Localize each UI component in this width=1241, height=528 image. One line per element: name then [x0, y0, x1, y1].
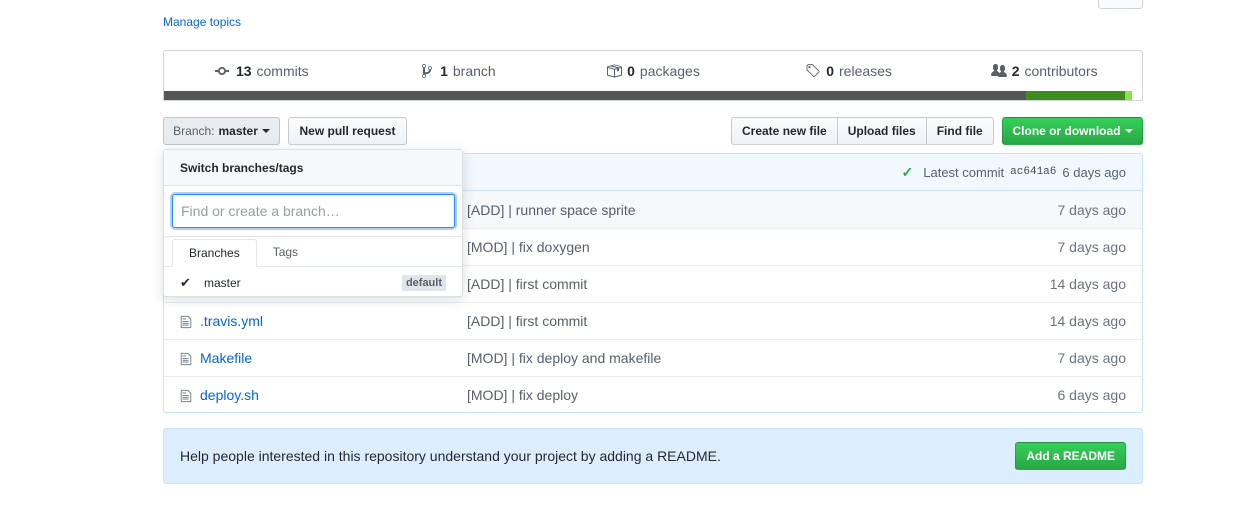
branches-label: branch — [452, 63, 496, 79]
dropdown-title: Switch branches/tags — [164, 150, 462, 186]
file-icon — [180, 389, 192, 403]
branch-select-button[interactable]: Branch: master — [163, 117, 280, 145]
summary-commits[interactable]: 13 commits — [164, 63, 360, 79]
summary-contributors[interactable]: 2 contributors — [946, 63, 1142, 79]
language-bar-segment[interactable] — [1125, 91, 1133, 100]
releases-count: 0 — [826, 63, 835, 79]
file-age: 7 days ago — [1057, 201, 1127, 218]
file-name-link[interactable]: .travis.yml — [200, 313, 263, 329]
branches-count: 1 — [440, 63, 448, 79]
file-name-link[interactable]: Makefile — [200, 350, 252, 366]
find-file-button[interactable]: Find file — [925, 117, 994, 145]
packages-label: packages — [639, 63, 700, 79]
add-readme-button[interactable]: Add a README — [1015, 442, 1126, 470]
file-age: 7 days ago — [1057, 350, 1127, 366]
commit-sha-link[interactable]: ac641a6 — [1010, 166, 1056, 178]
dropdown-filter — [164, 186, 462, 237]
file-age: 14 days ago — [1049, 313, 1126, 329]
file-age: 6 days ago — [1057, 387, 1127, 403]
file-age: 7 days ago — [1057, 239, 1127, 255]
branch-dropdown: Switch branches/tags Branches Tags ✔ mas… — [163, 149, 463, 297]
packages-count: 0 — [627, 63, 635, 79]
check-icon: ✔ — [180, 275, 191, 290]
file-name-link[interactable]: deploy.sh — [200, 387, 259, 403]
clone-download-button[interactable]: Clone or download — [1002, 117, 1143, 145]
table-row: deploy.sh [MOD] | fix deploy 6 days ago — [164, 376, 1142, 412]
summary-branches[interactable]: 1 branch — [360, 63, 556, 79]
releases-label: releases — [839, 63, 892, 79]
language-bar-segment[interactable] — [164, 91, 1026, 100]
commits-label: commits — [256, 63, 309, 79]
file-commit-message[interactable]: [ADD] | first commit — [467, 276, 587, 292]
repo-summary: 13 commits 1 branch 0 packages 0 release… — [163, 50, 1143, 101]
file-age: 14 days ago — [1049, 276, 1126, 292]
new-pull-request-button[interactable]: New pull request — [288, 117, 407, 145]
create-new-file-button[interactable]: Create new file — [731, 117, 838, 145]
branch-name: master — [218, 124, 258, 138]
default-badge: default — [401, 275, 446, 291]
upload-files-button[interactable]: Upload files — [836, 117, 927, 145]
file-commit-message[interactable]: [MOD] | fix deploy and makefile — [467, 350, 661, 366]
commits-count: 13 — [235, 63, 252, 79]
branch-filter-input[interactable] — [172, 194, 455, 228]
table-row: .travis.yml [ADD] | first commit 14 days a… — [164, 302, 1142, 339]
branch-prefix: Branch: — [173, 124, 215, 138]
tag-icon — [806, 64, 820, 78]
latest-commit-age: 6 days ago — [1062, 164, 1126, 180]
clone-label: Clone or download — [1012, 124, 1121, 138]
summary-packages[interactable]: 0 packages — [555, 63, 751, 79]
check-icon: ✓ — [901, 163, 914, 180]
top-button-stub[interactable] — [1098, 0, 1143, 9]
contributors-count: 2 — [1011, 63, 1020, 79]
file-icon — [180, 352, 192, 366]
file-commit-message[interactable]: [ADD] | runner space sprite — [467, 202, 636, 218]
file-commit-message[interactable]: [ADD] | first commit — [467, 313, 587, 329]
table-row: Makefile [MOD] | fix deploy and makefile 7… — [164, 339, 1142, 376]
chevron-down-icon — [1124, 129, 1133, 133]
file-commit-message[interactable]: [MOD] | fix deploy — [467, 387, 578, 403]
file-commit-message[interactable]: [MOD] | fix doxygen — [467, 239, 590, 255]
branch-item-label: master — [204, 276, 241, 290]
tab-tags[interactable]: Tags — [257, 236, 314, 267]
dropdown-tabs: Branches Tags — [164, 236, 462, 267]
chevron-down-icon — [261, 129, 270, 133]
file-icon — [180, 315, 192, 329]
branch-item-master[interactable]: ✔ master default — [164, 267, 462, 299]
language-bar-segment[interactable] — [1025, 91, 1126, 100]
branch-icon — [422, 63, 433, 78]
tab-branches[interactable]: Branches — [172, 239, 257, 267]
readme-banner-text: Help people interested in this repositor… — [180, 448, 721, 464]
people-icon — [990, 64, 1007, 77]
manage-topics-link[interactable]: Manage topics — [163, 15, 241, 29]
summary-releases[interactable]: 0 releases — [751, 63, 947, 79]
package-icon — [607, 64, 623, 78]
contributors-label: contributors — [1024, 63, 1098, 79]
latest-commit-label: Latest commit — [923, 164, 1005, 180]
language-bar[interactable] — [164, 91, 1142, 100]
language-bar-segment[interactable] — [1132, 91, 1142, 100]
commit-icon — [214, 67, 229, 75]
readme-banner: Help people interested in this repositor… — [163, 428, 1143, 484]
file-actions-group: Create new file Upload files Find file — [731, 117, 994, 145]
